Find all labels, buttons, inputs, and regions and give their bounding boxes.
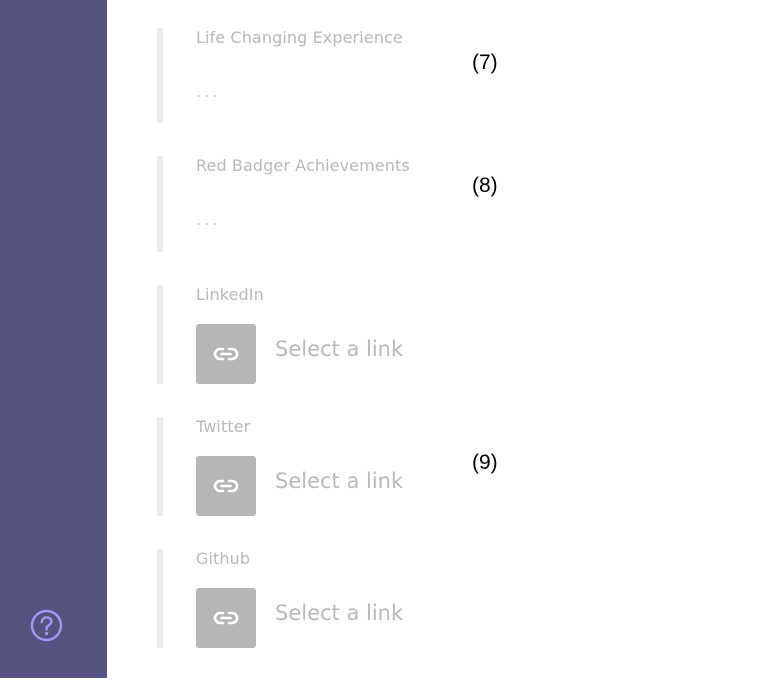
annotation-marker: (7) (472, 51, 498, 74)
select-link-text[interactable]: Select a link (275, 337, 403, 361)
select-link-text[interactable]: Select a link (275, 601, 403, 625)
annotation-marker: (9) (472, 451, 498, 474)
field-github: Github Select a link (157, 549, 457, 648)
select-link-button[interactable] (196, 324, 256, 384)
field-label: Twitter (196, 417, 251, 436)
field-indicator-bar (157, 285, 163, 384)
field-indicator-bar (157, 417, 163, 516)
field-twitter: Twitter Select a link (157, 417, 457, 516)
link-icon (213, 611, 239, 625)
annotation-marker: (8) (472, 174, 498, 197)
select-link-button[interactable] (196, 588, 256, 648)
select-link-button[interactable] (196, 456, 256, 516)
field-indicator-bar (157, 156, 163, 252)
field-linkedin: LinkedIn Select a link (157, 285, 457, 384)
link-icon (213, 479, 239, 493)
field-value-placeholder[interactable]: ... (196, 210, 220, 229)
field-label: Life Changing Experience (196, 28, 403, 47)
link-icon (213, 347, 239, 361)
field-indicator-bar (157, 549, 163, 648)
select-link-text[interactable]: Select a link (275, 469, 403, 493)
field-life-changing-experience[interactable]: Life Changing Experience ... (157, 28, 457, 123)
field-indicator-bar (157, 28, 163, 123)
field-label: Github (196, 549, 251, 568)
question-circle-icon[interactable] (30, 609, 63, 642)
field-label: Red Badger Achievements (196, 156, 410, 175)
sidebar (0, 0, 107, 678)
field-label: LinkedIn (196, 285, 264, 304)
field-value-placeholder[interactable]: ... (196, 82, 220, 101)
field-red-badger-achievements[interactable]: Red Badger Achievements ... (157, 156, 457, 252)
